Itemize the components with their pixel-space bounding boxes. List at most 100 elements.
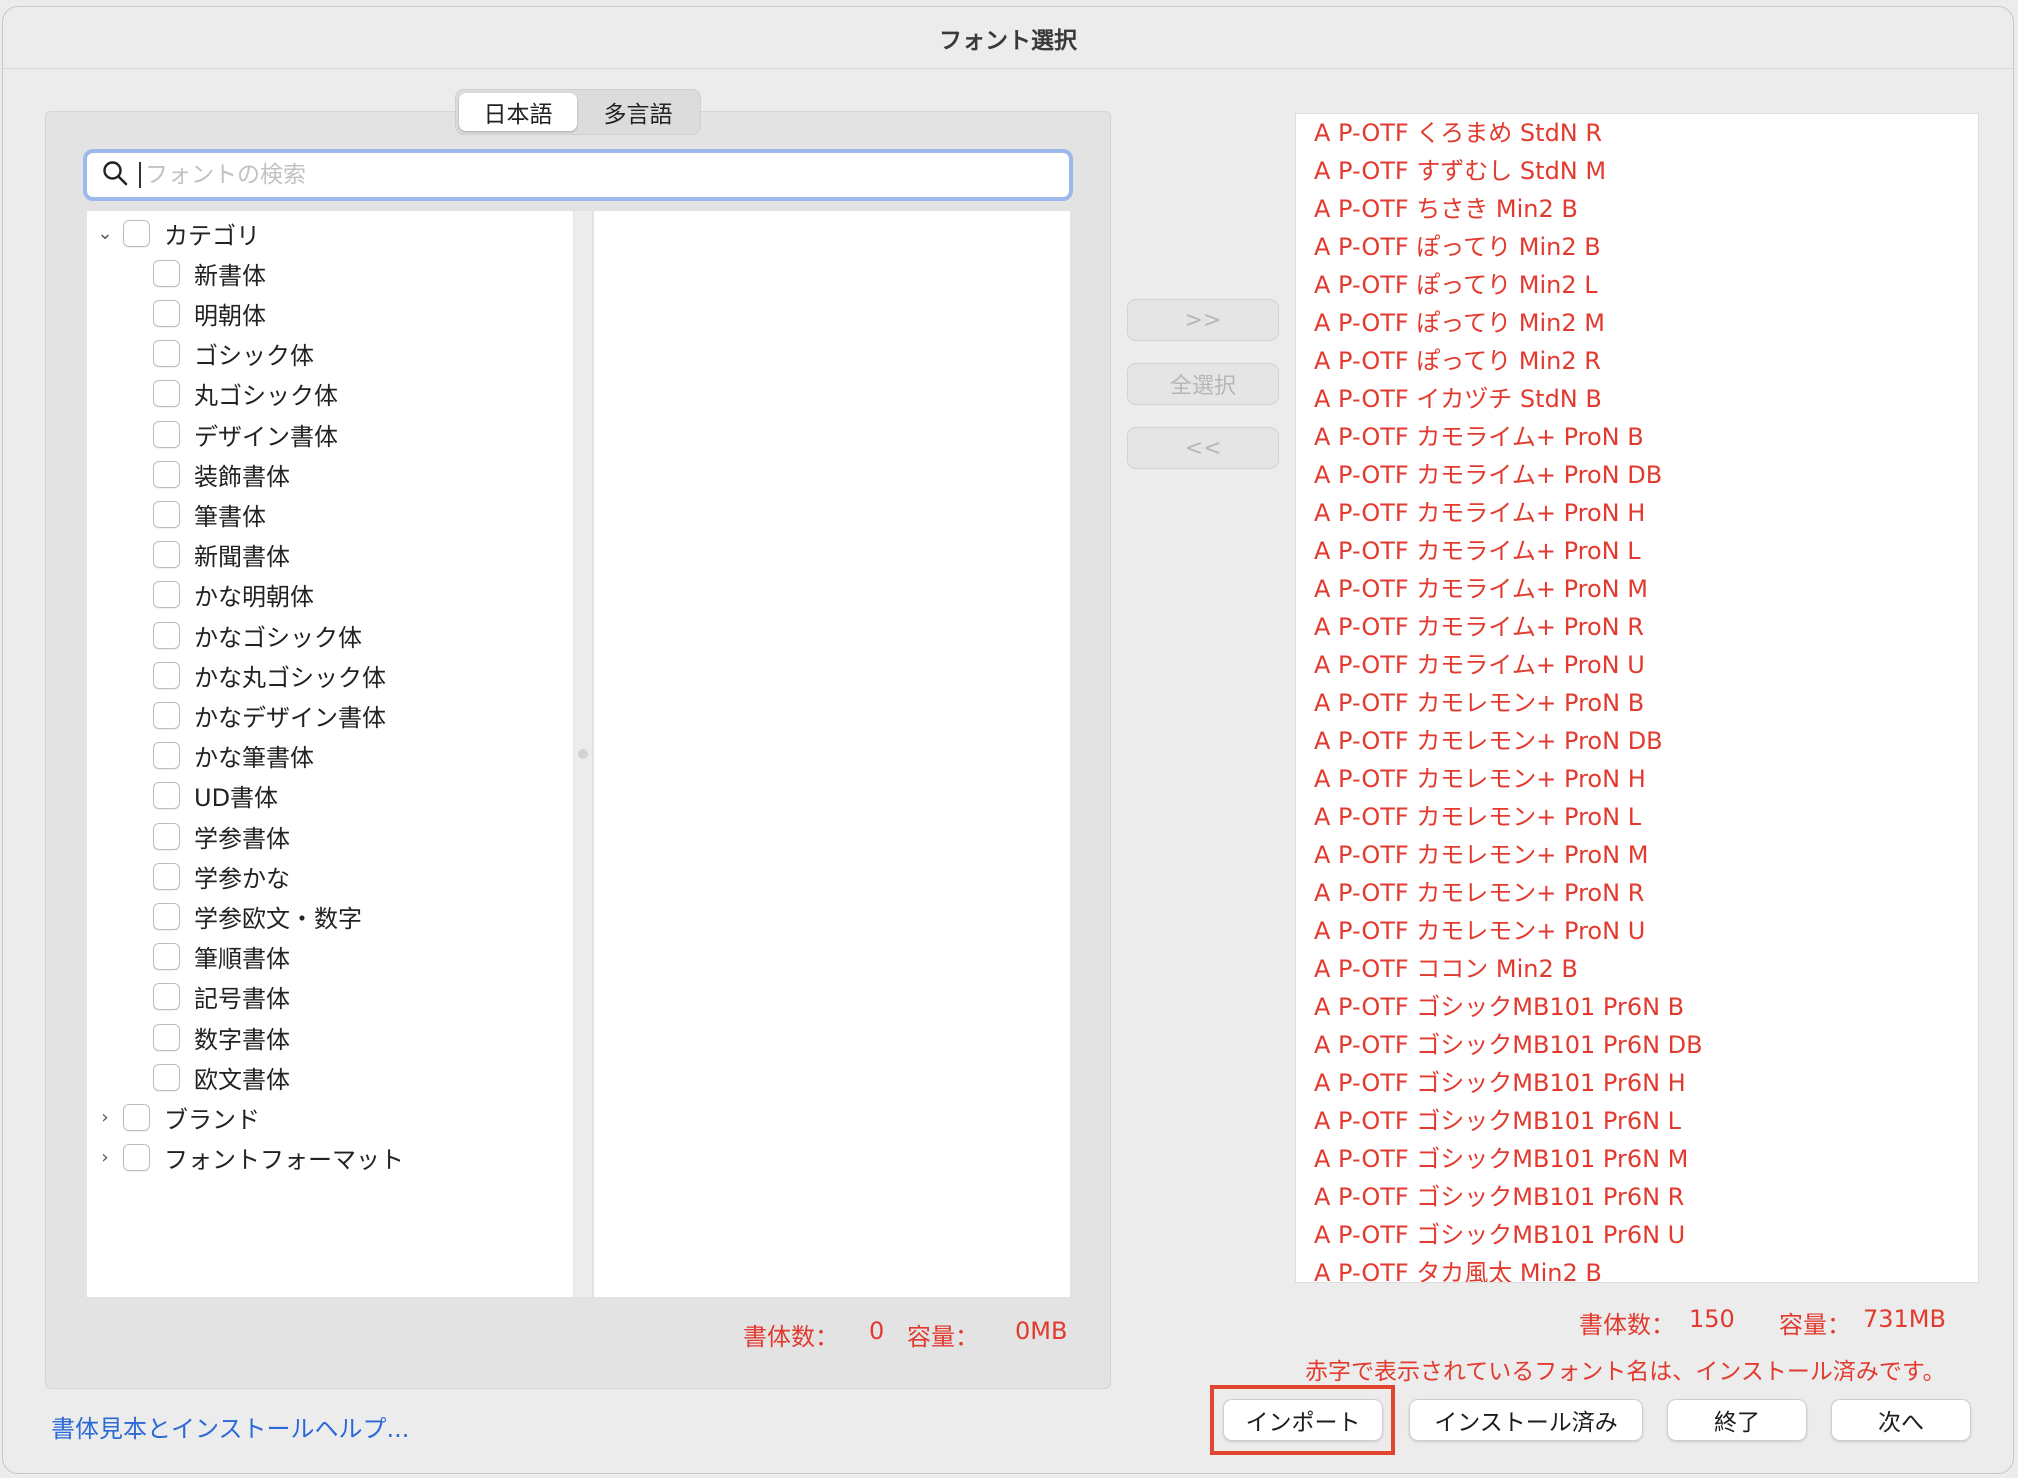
tree-item-subcategory[interactable]: かな丸ゴシック体 — [153, 655, 386, 695]
font-list-item[interactable]: A P-OTF ちさき Min2 B — [1296, 190, 1978, 228]
tab-multilingual[interactable]: 多言語 — [579, 93, 697, 131]
tree-item-subcategory[interactable]: 学参書体 — [153, 816, 290, 856]
tree-item-subcategory[interactable]: 数字書体 — [153, 1017, 290, 1057]
font-list-item[interactable]: A P-OTF ココン Min2 B — [1296, 950, 1978, 988]
tree-item-subcategory[interactable]: 明朝体 — [153, 293, 266, 333]
chevron-right-icon[interactable]: › — [95, 1107, 115, 1128]
font-list-item[interactable]: A P-OTF イカヅチ StdN B — [1296, 380, 1978, 418]
tree-item-subcategory[interactable]: UD書体 — [153, 776, 278, 816]
checkbox[interactable] — [153, 541, 180, 569]
checkbox[interactable] — [153, 742, 180, 770]
checkbox[interactable] — [153, 661, 180, 689]
font-list-item[interactable]: A P-OTF カモレモン+ ProN B — [1296, 684, 1978, 722]
font-list-item[interactable]: A P-OTF カモライム+ ProN DB — [1296, 456, 1978, 494]
checkbox[interactable] — [153, 340, 180, 368]
tree-item-subcategory[interactable]: かなデザイン書体 — [153, 695, 386, 735]
checkbox[interactable] — [153, 1023, 180, 1051]
splitter-handle[interactable] — [578, 749, 588, 759]
tree-item-subcategory[interactable]: 丸ゴシック体 — [153, 374, 338, 414]
tree-item-subcategory[interactable]: 筆順書体 — [153, 937, 290, 977]
checkbox[interactable] — [153, 581, 180, 609]
font-list-item[interactable]: A P-OTF ゴシックMB101 Pr6N B — [1296, 988, 1978, 1026]
checkbox[interactable] — [153, 380, 180, 408]
font-list-item[interactable]: A P-OTF ぽってり Min2 M — [1296, 304, 1978, 342]
font-list-item[interactable]: A P-OTF くろまめ StdN R — [1296, 114, 1978, 152]
tree-item-subcategory[interactable]: 学参かな — [153, 856, 290, 896]
search-input[interactable] — [139, 162, 1039, 188]
remove-button[interactable]: << — [1127, 427, 1279, 469]
font-list-item[interactable]: A P-OTF ゴシックMB101 Pr6N M — [1296, 1140, 1978, 1178]
left-size-value: 0MB — [1015, 1317, 1068, 1345]
next-button[interactable]: 次へ — [1831, 1399, 1971, 1441]
tree-item-subcategory[interactable]: 欧文書体 — [153, 1057, 290, 1097]
font-list-item[interactable]: A P-OTF カモレモン+ ProN H — [1296, 760, 1978, 798]
install-help-link[interactable]: 書体見本とインストールヘルプ... — [51, 1409, 409, 1444]
font-list-item[interactable]: A P-OTF カモライム+ ProN L — [1296, 532, 1978, 570]
installed-button[interactable]: インストール済み — [1409, 1399, 1643, 1441]
tree-item-subcategory[interactable]: 筆書体 — [153, 494, 266, 534]
checkbox[interactable] — [123, 219, 150, 247]
checkbox[interactable] — [153, 259, 180, 287]
checkbox[interactable] — [153, 902, 180, 930]
select-all-button[interactable]: 全選択 — [1127, 363, 1279, 405]
font-list-item[interactable]: A P-OTF カモライム+ ProN H — [1296, 494, 1978, 532]
checkbox[interactable] — [153, 621, 180, 649]
font-list-item[interactable]: A P-OTF ぽってり Min2 R — [1296, 342, 1978, 380]
checkbox[interactable] — [153, 943, 180, 971]
pane-splitter[interactable] — [574, 211, 592, 1297]
font-list-item[interactable]: A P-OTF ゴシックMB101 Pr6N DB — [1296, 1026, 1978, 1064]
checkbox[interactable] — [153, 701, 180, 729]
checkbox[interactable] — [123, 1103, 150, 1131]
tab-japanese[interactable]: 日本語 — [459, 93, 577, 131]
tree-item-subcategory[interactable]: 新書体 — [153, 253, 266, 293]
tree-item-subcategory[interactable]: 新聞書体 — [153, 535, 290, 575]
checkbox[interactable] — [153, 1063, 180, 1091]
tree-item-subcategory[interactable]: 学参欧文・数字 — [153, 896, 362, 936]
tree-item-brand[interactable]: › ブランド — [95, 1097, 260, 1137]
checkbox[interactable] — [153, 862, 180, 890]
checkbox[interactable] — [153, 420, 180, 448]
tree-item-subcategory[interactable]: 装飾書体 — [153, 454, 290, 494]
checkbox[interactable] — [153, 500, 180, 528]
tree-item-subcategory[interactable]: 記号書体 — [153, 977, 290, 1017]
font-list-item[interactable]: A P-OTF すずむし StdN M — [1296, 152, 1978, 190]
font-list-item[interactable]: A P-OTF カモレモン+ ProN U — [1296, 912, 1978, 950]
font-list-item[interactable]: A P-OTF カモレモン+ ProN M — [1296, 836, 1978, 874]
font-list-item[interactable]: A P-OTF カモライム+ ProN U — [1296, 646, 1978, 684]
chevron-right-icon[interactable]: › — [95, 1147, 115, 1168]
tree-item-font-format[interactable]: › フォントフォーマット — [95, 1138, 404, 1178]
font-list-item[interactable]: A P-OTF ゴシックMB101 Pr6N U — [1296, 1216, 1978, 1254]
tree-item-subcategory[interactable]: かな筆書体 — [153, 736, 314, 776]
font-list-item[interactable]: A P-OTF ゴシックMB101 Pr6N L — [1296, 1102, 1978, 1140]
font-list-item[interactable]: A P-OTF カモレモン+ ProN DB — [1296, 722, 1978, 760]
font-list-item[interactable]: A P-OTF カモレモン+ ProN R — [1296, 874, 1978, 912]
font-list[interactable]: A P-OTF くろまめ StdN RA P-OTF すずむし StdN MA … — [1295, 113, 1979, 1283]
font-list-item[interactable]: A P-OTF カモライム+ ProN R — [1296, 608, 1978, 646]
checkbox[interactable] — [123, 1144, 150, 1172]
tree-item-category[interactable]: ⌄ カテゴリ — [95, 213, 260, 253]
checkbox[interactable] — [153, 782, 180, 810]
checkbox[interactable] — [153, 299, 180, 327]
add-button[interactable]: >> — [1127, 299, 1279, 341]
tree-item-label: 筆書体 — [194, 502, 266, 531]
import-button[interactable]: インポート — [1223, 1399, 1383, 1441]
font-list-item[interactable]: A P-OTF ゴシックMB101 Pr6N H — [1296, 1064, 1978, 1102]
checkbox[interactable] — [153, 460, 180, 488]
tree-item-subcategory[interactable]: かな明朝体 — [153, 575, 314, 615]
font-list-item[interactable]: A P-OTF カモレモン+ ProN L — [1296, 798, 1978, 836]
tree-item-subcategory[interactable]: デザイン書体 — [153, 414, 338, 454]
tree-item-subcategory[interactable]: ゴシック体 — [153, 334, 314, 374]
search-field[interactable] — [83, 149, 1073, 201]
tree-item-label: かなゴシック体 — [194, 623, 362, 652]
checkbox[interactable] — [153, 983, 180, 1011]
font-list-item[interactable]: A P-OTF ぽってり Min2 L — [1296, 266, 1978, 304]
font-list-item[interactable]: A P-OTF タカ風太 Min2 B — [1296, 1254, 1978, 1282]
font-list-item[interactable]: A P-OTF ぽってり Min2 B — [1296, 228, 1978, 266]
chevron-down-icon[interactable]: ⌄ — [95, 223, 115, 244]
font-list-item[interactable]: A P-OTF カモライム+ ProN B — [1296, 418, 1978, 456]
checkbox[interactable] — [153, 822, 180, 850]
quit-button[interactable]: 終了 — [1667, 1399, 1807, 1441]
font-list-item[interactable]: A P-OTF カモライム+ ProN M — [1296, 570, 1978, 608]
font-list-item[interactable]: A P-OTF ゴシックMB101 Pr6N R — [1296, 1178, 1978, 1216]
tree-item-subcategory[interactable]: かなゴシック体 — [153, 615, 362, 655]
